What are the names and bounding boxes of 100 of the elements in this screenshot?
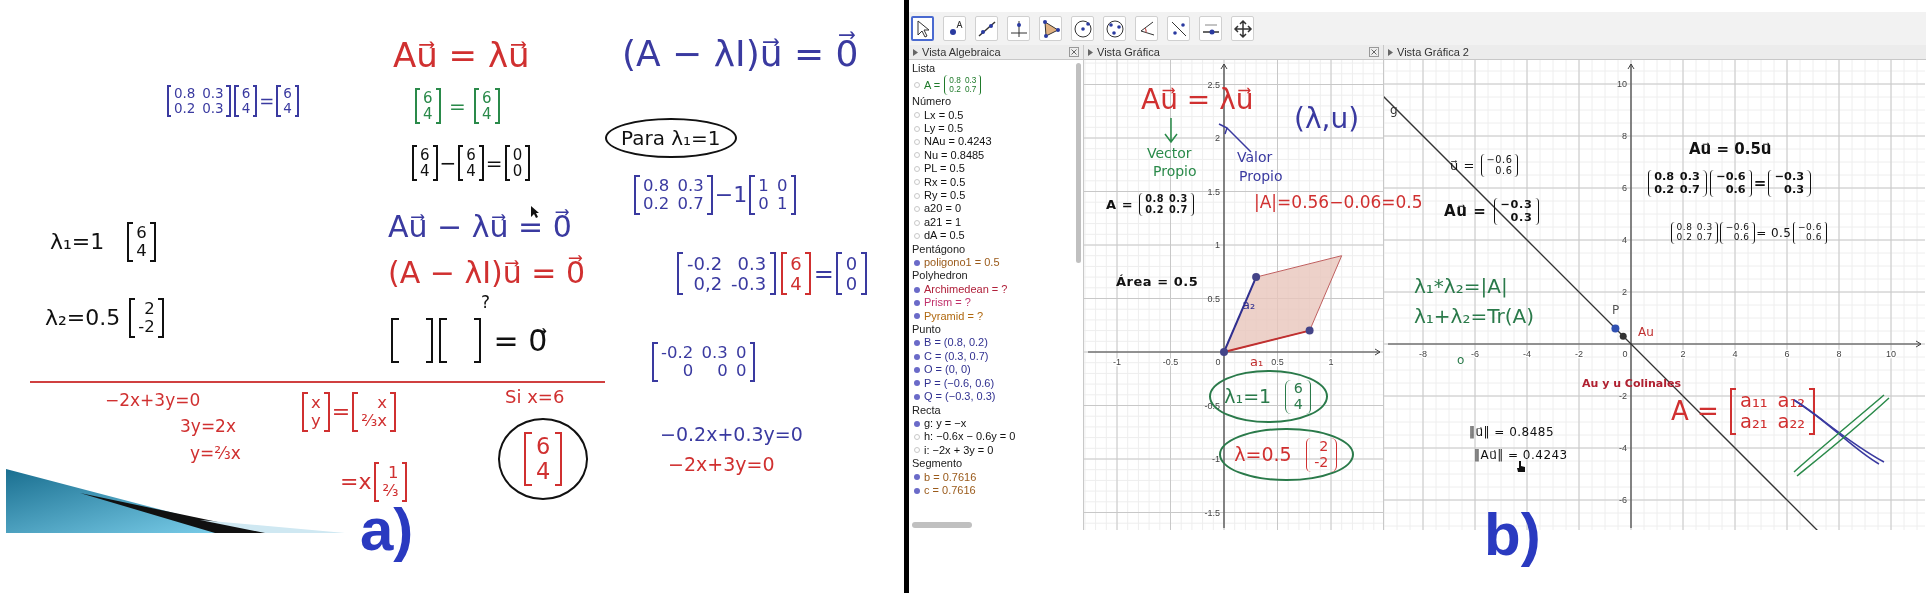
close-icon[interactable] bbox=[1369, 47, 1379, 57]
point-marker[interactable] bbox=[1619, 332, 1627, 340]
circled-handwritten-math: λ=0.5 2 -2 bbox=[1219, 428, 1355, 482]
algebra-entry[interactable]: C = (0.3, 0.7) bbox=[924, 349, 989, 364]
handwritten-math: (A − λI)u⃗ = 0⃗ bbox=[622, 36, 859, 72]
handwritten-math: λ₂=0.5 2 -2 bbox=[45, 298, 166, 338]
handwritten-math: Propio bbox=[1239, 169, 1283, 183]
handwritten-math: o bbox=[1457, 354, 1465, 366]
algebra-entry[interactable]: a21 = 1 bbox=[924, 215, 961, 230]
handwritten-math: λ₁=1 6 4 bbox=[50, 222, 158, 262]
category-heading: Lista bbox=[912, 62, 937, 76]
handwritten-math: Propio bbox=[1153, 164, 1197, 178]
axis-tick-label: 2 bbox=[1622, 287, 1627, 297]
object-label: Au⃗ = 0.5u⃗ bbox=[1689, 142, 1772, 157]
pointer-arrow-icon bbox=[914, 19, 931, 38]
axis-tick-label: -0.5 bbox=[1162, 357, 1179, 367]
algebra-entry[interactable]: PL = 0.5 bbox=[924, 162, 965, 176]
view-title: Vista Gráfica bbox=[1097, 46, 1161, 58]
math-expression: Área = 0.5 bbox=[1116, 275, 1199, 288]
category-heading: Pentágono bbox=[912, 242, 967, 257]
four-way-arrows-icon bbox=[1232, 18, 1253, 39]
axis-tick-label: -8 bbox=[1419, 349, 1427, 359]
handwritten-math: Vector bbox=[1147, 146, 1192, 160]
math-expression: ‖u⃗‖ = 0.8485 bbox=[1469, 426, 1555, 438]
category-heading: Punto bbox=[912, 323, 942, 337]
math-expression: Au⃗ = −0.3 0.3 bbox=[1444, 198, 1541, 225]
category-heading: Segmento bbox=[912, 457, 964, 471]
math-expression: A = 0.8 0.3 0.2 0.7 bbox=[1106, 193, 1195, 217]
algebra-entry[interactable]: Q = (−0.3, 0.3) bbox=[924, 390, 996, 404]
hand-cursor-icon bbox=[1516, 460, 1526, 473]
axis-tick-label: 0.5 bbox=[1207, 293, 1220, 304]
point-marker[interactable] bbox=[1611, 324, 1620, 333]
algebra-entry[interactable]: c = 0.7616 bbox=[924, 483, 976, 498]
axis-tick-label: 8 bbox=[1836, 349, 1842, 359]
expand-triangle-icon[interactable] bbox=[913, 48, 918, 56]
algebra-entry[interactable]: O = (0, 0) bbox=[924, 363, 971, 377]
axis-tick-label: 10 bbox=[1886, 349, 1896, 359]
line-through-points-icon bbox=[976, 18, 997, 39]
axis-tick-label: 6 bbox=[1784, 349, 1790, 359]
algebra-entry[interactable]: g: y = −x bbox=[924, 416, 967, 431]
view-title: Vista Gráfica 2 bbox=[1397, 46, 1470, 58]
axis-tick-label: 0 bbox=[1215, 357, 1221, 367]
algebra-entry[interactable]: A = 0.8 0.3 0.2 0.7 bbox=[924, 75, 983, 96]
algebra-entry[interactable]: dA = 0.5 bbox=[924, 229, 965, 243]
algebra-entry[interactable]: Ly = 0.5 bbox=[924, 121, 964, 136]
axis-tick-label: 0 bbox=[1622, 349, 1628, 359]
expand-triangle-icon[interactable] bbox=[1388, 48, 1393, 56]
handwritten-math: A = a₁₁ a₁₂ a₂₁ a₂₂ bbox=[1671, 388, 1818, 435]
axis-tick-label: -4 bbox=[1619, 443, 1627, 453]
algebra-entry[interactable]: i: −2x + 3y = 0 bbox=[924, 443, 994, 458]
triangle-icon bbox=[1040, 18, 1061, 39]
handwritten-math: (A − λI)u⃗ = 0⃗ bbox=[388, 258, 586, 288]
tool-button[interactable] bbox=[911, 16, 934, 41]
point-marker[interactable] bbox=[1305, 326, 1314, 335]
axis-tick-label: -4 bbox=[1523, 349, 1531, 359]
axis-tick-label: 4 bbox=[1732, 349, 1738, 359]
algebra-entry[interactable]: NAu = 0.4243 bbox=[924, 135, 992, 149]
algebra-entry[interactable]: Rx = 0.5 bbox=[924, 175, 966, 189]
algebra-entry[interactable]: poligono1 = 0.5 bbox=[924, 256, 1000, 270]
mouse-cursor-icon bbox=[530, 205, 540, 219]
algebra-entry[interactable]: B = (0.8, 0.2) bbox=[924, 336, 988, 350]
algebra-entry[interactable]: Archimedean = ? bbox=[924, 282, 1008, 297]
algebra-entry[interactable]: a20 = 0 bbox=[924, 202, 961, 216]
axis-tick-label: -2 bbox=[1619, 391, 1627, 401]
object-label: P bbox=[1612, 304, 1620, 316]
axis-tick-label: 1 bbox=[1215, 240, 1220, 250]
point-marker[interactable] bbox=[1252, 273, 1261, 282]
circled-handwritten-math: Para λ₁=1 bbox=[605, 118, 737, 158]
algebra-entry[interactable]: Ry = 0.5 bbox=[924, 189, 966, 203]
axis-tick-label: 4 bbox=[1622, 235, 1627, 245]
axis-tick-label: -1 bbox=[1113, 357, 1121, 367]
panel-caption: b) bbox=[1484, 505, 1541, 565]
category-heading: Polyhedron bbox=[912, 269, 969, 283]
category-heading: Recta bbox=[912, 403, 942, 417]
horizontal-scrollbar[interactable] bbox=[912, 522, 972, 528]
expand-triangle-icon[interactable] bbox=[1088, 48, 1093, 56]
axis-tick-label: 10 bbox=[1617, 79, 1627, 89]
algebra-entry[interactable]: Nu = 0.8485 bbox=[924, 148, 985, 163]
handwritten-math: (λ,u) bbox=[1294, 105, 1360, 133]
circled-handwritten-math: 6 4 bbox=[498, 418, 589, 500]
algebra-entry[interactable]: P = (−0.6, 0.6) bbox=[924, 376, 995, 391]
object-label: a₁ bbox=[1250, 355, 1264, 368]
handwritten-math: −0.2x+0.3y=0 bbox=[660, 425, 803, 444]
algebra-entry[interactable]: Prism = ? bbox=[924, 296, 971, 310]
algebra-entry[interactable]: Lx = 0.5 bbox=[924, 108, 964, 122]
axis-tick-label: -1.5 bbox=[1204, 507, 1220, 518]
algebra-entry[interactable]: b = 0.7616 bbox=[924, 470, 977, 484]
axis-tick-label: 2 bbox=[1680, 349, 1686, 359]
algebra-entry[interactable]: h: −0.6x − 0.6y = 0 bbox=[924, 430, 1016, 444]
point-marker[interactable] bbox=[1220, 348, 1228, 356]
object-label: Au bbox=[1638, 326, 1654, 338]
handwritten-math: -0.2 0.3 0 0 0 0 bbox=[650, 342, 758, 382]
algebra-entry[interactable]: Pyramid = ? bbox=[924, 309, 983, 324]
math-expression: ‖Au⃗‖ = 0.4243 bbox=[1474, 449, 1568, 461]
axis-tick-label: -6 bbox=[1619, 495, 1627, 505]
panel-caption: a) bbox=[360, 500, 414, 560]
axis-tick-label: -1 bbox=[1212, 454, 1220, 464]
handwritten-math: −2x+3y=0 bbox=[105, 392, 201, 409]
handwritten-math: 3y=2x bbox=[180, 418, 236, 435]
close-icon[interactable] bbox=[1069, 47, 1079, 57]
